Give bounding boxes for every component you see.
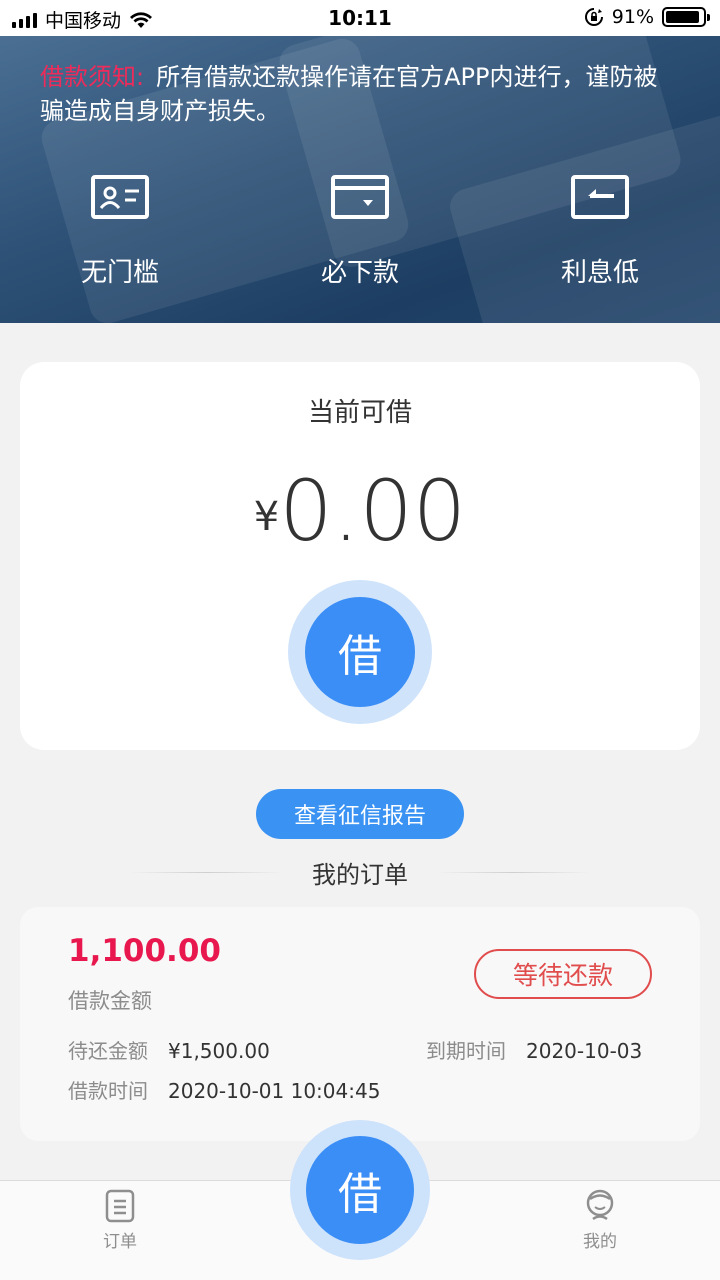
loan-amount: 1,100.00 xyxy=(68,933,221,969)
feature-label: 必下款 xyxy=(320,258,399,288)
available-credit-amount: ¥0.00 xyxy=(20,462,700,560)
feature-no-threshold: 无门槛 xyxy=(0,172,240,289)
return-arrow-icon xyxy=(571,175,629,219)
order-status-badge: 等待还款 xyxy=(474,949,652,999)
notice-tag: 借款须知: xyxy=(40,63,145,91)
feature-low-interest: 利息低 xyxy=(480,172,720,289)
tab-orders[interactable]: 订单 xyxy=(70,1189,170,1252)
battery-icon xyxy=(662,7,710,27)
divider xyxy=(436,871,591,873)
borrow-button-label: 借 xyxy=(305,597,415,707)
rotation-lock-icon xyxy=(584,8,603,26)
order-card[interactable]: 1,100.00 借款金额 等待还款 待还金额 ¥1,500.00 到期时间 202… xyxy=(20,907,700,1141)
tab-borrow-label: 借 xyxy=(306,1136,414,1244)
feature-guaranteed-loan: 必下款 xyxy=(240,172,480,289)
currency-symbol: ¥ xyxy=(253,494,280,540)
feature-list: 无门槛 必下款 利息低 xyxy=(0,172,720,289)
tab-borrow-center-button[interactable]: 借 xyxy=(290,1120,430,1260)
loan-time-row: 借款时间 2020-10-01 10:04:45 xyxy=(68,1075,380,1104)
loan-time-label: 借款时间 xyxy=(68,1079,148,1103)
view-credit-report-button[interactable]: 查看征信报告 xyxy=(256,789,464,839)
amount-value: 0.00 xyxy=(279,462,467,560)
loan-time-value: 2020-10-01 10:04:45 xyxy=(168,1079,381,1103)
tab-mine[interactable]: 我的 xyxy=(550,1189,650,1252)
due-amount-value: ¥1,500.00 xyxy=(168,1039,270,1063)
tab-orders-label: 订单 xyxy=(103,1232,137,1252)
tab-mine-label: 我的 xyxy=(583,1232,617,1252)
orders-section-header: 我的订单 xyxy=(0,854,720,890)
notice-banner: 借款须知: 所有借款还款操作请在官方APP内进行，谨防被骗造成自身财产损失。 无门… xyxy=(0,36,720,323)
battery-percent: 91% xyxy=(611,6,654,28)
feature-label: 无门槛 xyxy=(80,258,159,288)
notice-text-block: 借款须知: 所有借款还款操作请在官方APP内进行，谨防被骗造成自身财产损失。 xyxy=(40,60,680,128)
due-date-label: 到期时间 xyxy=(426,1039,506,1063)
due-date-value: 2020-10-03 xyxy=(526,1039,643,1063)
document-icon xyxy=(105,1189,135,1223)
borrow-button[interactable]: 借 xyxy=(288,580,432,724)
status-bar: 中国移动 10:11 91% xyxy=(0,0,720,36)
orders-title: 我的订单 xyxy=(312,860,408,889)
divider xyxy=(129,871,284,873)
wallet-icon xyxy=(331,175,389,219)
loan-amount-label: 借款金额 xyxy=(68,989,152,1013)
due-amount-label: 待还金额 xyxy=(68,1039,148,1063)
available-credit-label: 当前可借 xyxy=(307,398,412,428)
available-credit-card: 当前可借 ¥0.00 借 xyxy=(20,362,700,750)
due-amount-row: 待还金额 ¥1,500.00 xyxy=(68,1035,270,1064)
due-date-row: 到期时间 2020-10-03 xyxy=(426,1035,642,1064)
user-face-icon xyxy=(586,1189,614,1221)
id-card-icon xyxy=(91,175,149,219)
feature-label: 利息低 xyxy=(560,258,639,288)
